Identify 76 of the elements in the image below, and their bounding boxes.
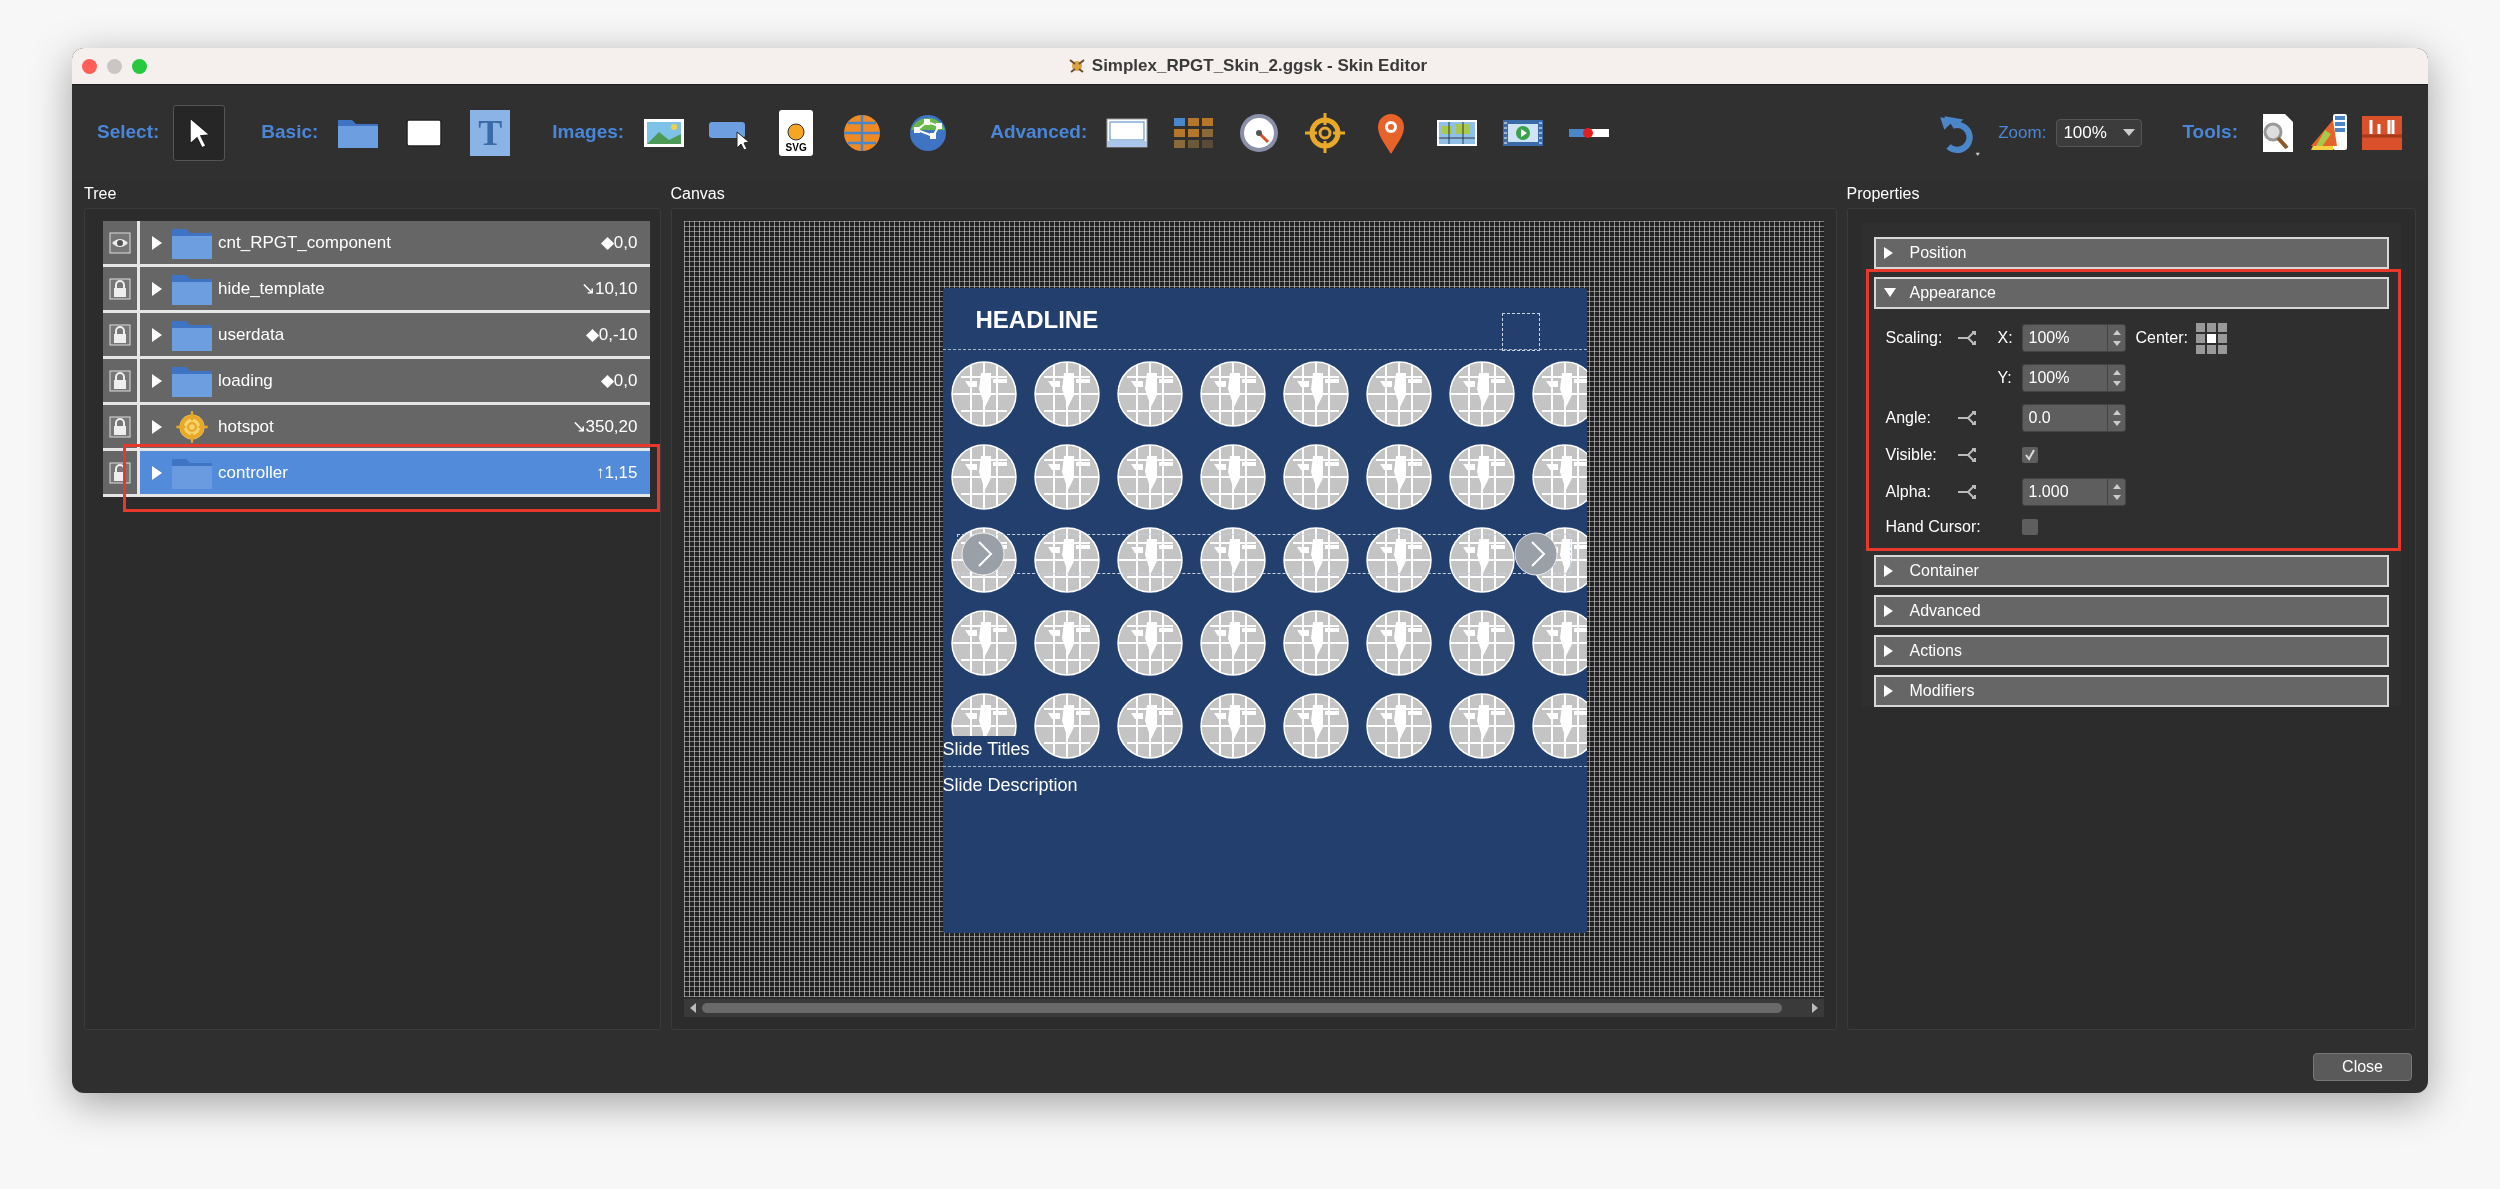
next-arrow-button[interactable] (1513, 532, 1558, 576)
close-window-button[interactable] (82, 58, 97, 74)
window-title: Simplex_RPGT_Skin_2.ggsk - Skin Editor (1091, 55, 1428, 78)
expand-arrow-icon (1883, 565, 1894, 577)
tree-item[interactable]: hide_template ↘10,10 (140, 267, 650, 310)
horizontal-scrollbar[interactable] (683, 999, 1824, 1017)
expand-arrow-icon (1883, 247, 1894, 259)
lock-icon (109, 323, 131, 346)
svg-file-icon: SVG (779, 109, 814, 156)
expand-arrow-icon[interactable] (152, 465, 162, 480)
expand-arrow-icon[interactable] (152, 419, 162, 434)
section-header[interactable]: Appearance (1873, 277, 2389, 309)
expand-arrow-icon[interactable] (152, 373, 162, 388)
field-label: Center: (2135, 328, 2188, 348)
expand-arrow-icon (1883, 605, 1894, 617)
section-header[interactable]: Actions (1873, 635, 2389, 667)
expand-arrow-icon (1883, 685, 1894, 697)
collapse-arrow-icon (1883, 288, 1896, 298)
lock-icon (109, 369, 131, 392)
zoom-dropdown[interactable]: 100% (2056, 118, 2143, 147)
folder-icon (172, 456, 212, 489)
tree-item[interactable]: loading ◆0,0 (140, 359, 650, 402)
checkbox[interactable] (2021, 519, 2038, 535)
close-button[interactable]: Close (2313, 1053, 2412, 1081)
panel-title: Canvas (670, 184, 725, 204)
text-tool-icon: T (470, 109, 511, 156)
folder-icon (172, 364, 212, 397)
folder-icon (172, 226, 212, 259)
number-field[interactable]: 1.000 (2021, 478, 2126, 506)
slider-icon (1569, 127, 1610, 138)
toolbar-label: Images: (552, 120, 625, 145)
number-field[interactable]: 100% (2021, 324, 2126, 352)
anchor-grid-icon[interactable] (2195, 322, 2227, 354)
folder-icon (172, 272, 212, 305)
tree-item[interactable]: userdata ◆0,-10 (140, 313, 650, 356)
placeholder-frame (1501, 313, 1540, 351)
app-icon (1067, 57, 1086, 75)
section-header[interactable]: Modifiers (1873, 675, 2389, 707)
slide-description-text: Slide Description (942, 774, 1078, 797)
eye-icon (109, 231, 131, 254)
tree-item[interactable]: cnt_RPGT_component ◆0,0 (140, 221, 650, 264)
panel-title: Properties (1846, 184, 1920, 204)
section-header[interactable]: Position (1873, 237, 2389, 269)
number-field[interactable]: 100% (2021, 364, 2126, 392)
expand-arrow-icon[interactable] (152, 281, 162, 296)
svg-tool-button[interactable]: SVG (770, 104, 823, 161)
field-label: Hand Cursor: (1885, 517, 1982, 537)
field-label: Scaling: (1885, 328, 1944, 348)
number-field[interactable]: 0.0 (2021, 404, 2126, 432)
previous-arrow-button[interactable] (960, 532, 1005, 576)
section-header[interactable]: Advanced (1873, 595, 2389, 627)
expand-arrow-icon[interactable] (152, 327, 162, 342)
expand-arrow-icon (1883, 645, 1894, 657)
lock-icon (109, 461, 131, 484)
caret-icon (2123, 128, 2136, 137)
field-label: X: (1997, 328, 2014, 348)
field-label: Angle: (1885, 408, 1932, 428)
pointer-tool-button[interactable] (173, 104, 226, 161)
section-header[interactable]: Container (1873, 555, 2389, 587)
field-label: Visible: (1885, 445, 1938, 465)
field-label: Alpha: (1885, 482, 1932, 502)
headline-text: HEADLINE (975, 305, 1099, 335)
field-label: Y: (1997, 368, 2013, 388)
checkbox[interactable] (2021, 447, 2038, 463)
tree-item[interactable]: hotspot ↘350,20 (140, 405, 650, 448)
toolbar-label: Advanced: (990, 120, 1088, 145)
folder-icon (172, 318, 212, 351)
expand-arrow-icon[interactable] (152, 235, 162, 250)
toolbar-label: Tools: (2182, 120, 2238, 145)
lock-icon (109, 415, 131, 438)
tree-item[interactable]: controller ↑1,15 (140, 451, 650, 494)
toolbar-label: Basic: (261, 120, 319, 145)
lock-icon (109, 277, 131, 300)
zoom-label: Zoom: (1998, 121, 2047, 144)
toolbar-label: Select: (97, 120, 160, 145)
panel-title: Tree (84, 184, 117, 204)
